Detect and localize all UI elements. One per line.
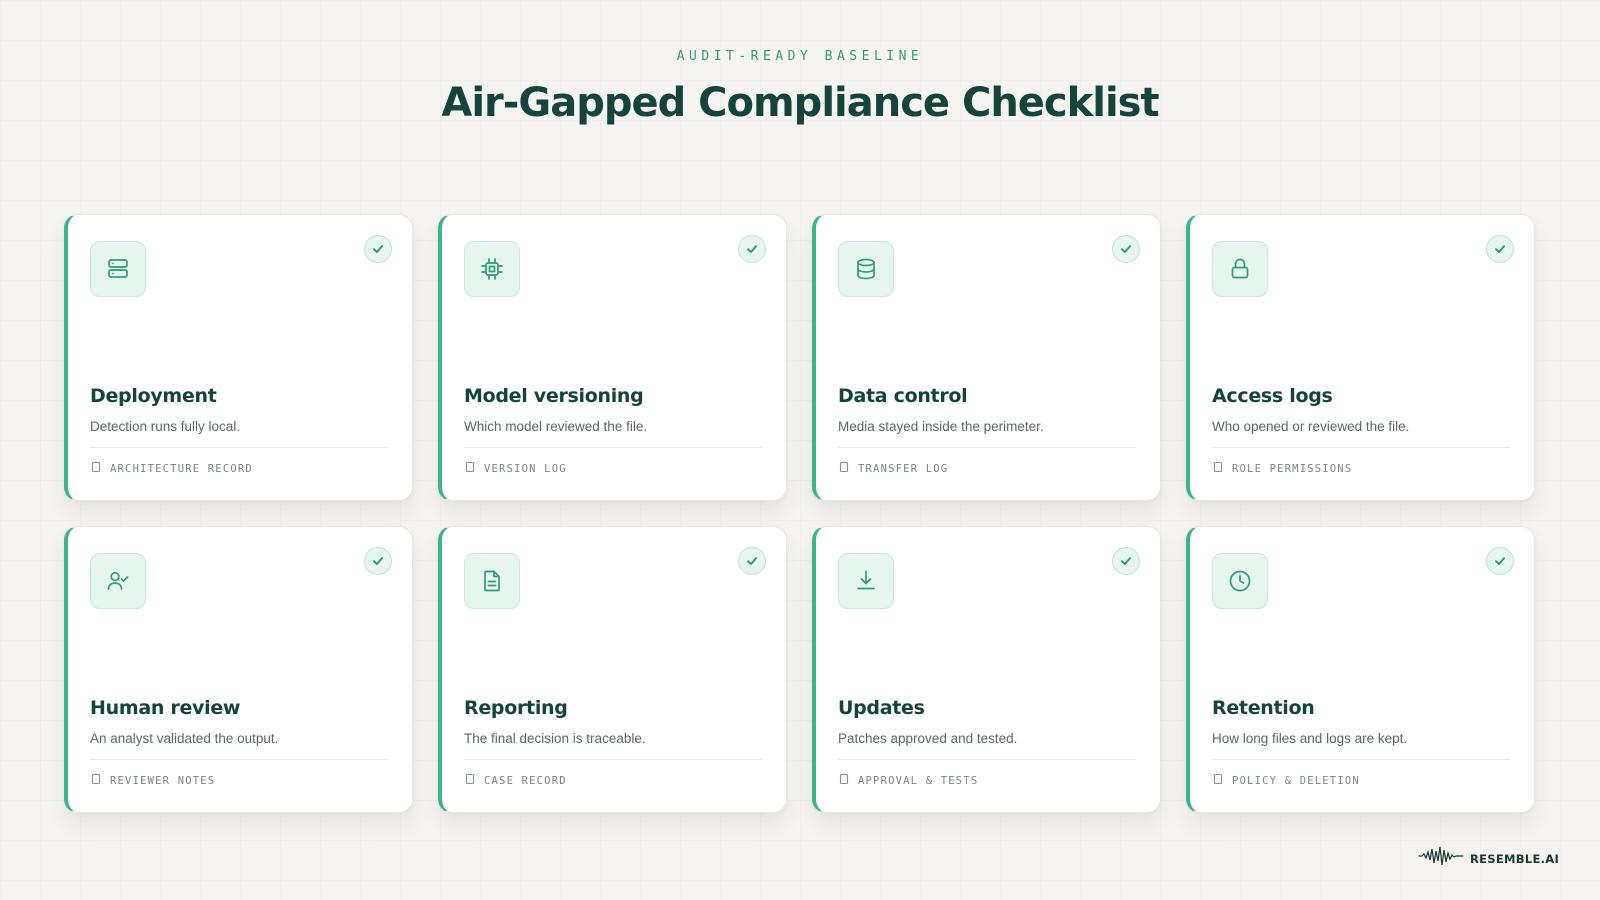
server-icon [90, 241, 146, 297]
card-description: An analyst validated the output. [90, 731, 279, 746]
check-circle-icon [1486, 547, 1514, 575]
card-divider [1212, 447, 1510, 448]
evidence-tag: APPROVAL & TESTS [838, 773, 978, 788]
checklist-card: Retention How long files and logs are ke… [1186, 526, 1535, 813]
check-circle-icon [1112, 547, 1140, 575]
cpu-chip-icon [464, 241, 520, 297]
eyebrow-label: AUDIT-READY BASELINE [676, 49, 924, 64]
card-divider [838, 759, 1136, 760]
lock-icon [1212, 241, 1268, 297]
evidence-tag-label: TRANSFER LOG [858, 462, 949, 475]
waveform-icon [1418, 845, 1464, 872]
evidence-tag-label: APPROVAL & TESTS [858, 774, 979, 787]
evidence-tag-label: ARCHITECTURE RECORD [110, 462, 253, 475]
file-icon [838, 461, 850, 476]
card-divider [464, 447, 762, 448]
file-icon [1212, 773, 1224, 788]
card-title: Retention [1212, 697, 1315, 719]
card-divider [838, 447, 1136, 448]
checklist-card: Data control Media stayed inside the per… [812, 214, 1161, 501]
card-description: Who opened or reviewed the file. [1212, 419, 1410, 434]
check-circle-icon [738, 235, 766, 263]
card-divider [90, 447, 388, 448]
evidence-tag: REVIEWER NOTES [90, 773, 215, 788]
brand-logo: RESEMBLE.AI [1418, 845, 1559, 872]
check-circle-icon [738, 547, 766, 575]
clock-icon [1212, 553, 1268, 609]
checklist-card: Deployment Detection runs fully local. A… [64, 214, 413, 501]
card-title: Access logs [1212, 385, 1333, 407]
card-divider [464, 759, 762, 760]
file-icon [90, 461, 102, 476]
card-title: Deployment [90, 385, 217, 407]
document-icon [464, 553, 520, 609]
evidence-tag-label: ROLE PERMISSIONS [1232, 462, 1353, 475]
check-circle-icon [364, 547, 392, 575]
evidence-tag-label: POLICY & DELETION [1232, 774, 1360, 787]
card-title: Model versioning [464, 385, 644, 407]
card-divider [1212, 759, 1510, 760]
database-icon [838, 241, 894, 297]
check-circle-icon [1112, 235, 1140, 263]
checklist-card: Reporting The final decision is traceabl… [438, 526, 787, 813]
checklist-card: Human review An analyst validated the ou… [64, 526, 413, 813]
card-title: Reporting [464, 697, 568, 719]
brand-name: RESEMBLE.AI [1470, 851, 1560, 866]
evidence-tag: ARCHITECTURE RECORD [90, 461, 253, 476]
card-description: The final decision is traceable. [464, 731, 646, 746]
checklist-grid: Deployment Detection runs fully local. A… [64, 214, 1535, 813]
evidence-tag: POLICY & DELETION [1212, 773, 1360, 788]
evidence-tag: VERSION LOG [464, 461, 567, 476]
card-title: Human review [90, 697, 241, 719]
download-icon [838, 553, 894, 609]
file-icon [90, 773, 102, 788]
checklist-card: Model versioning Which model reviewed th… [438, 214, 787, 501]
card-description: Which model reviewed the file. [464, 419, 648, 434]
file-icon [838, 773, 850, 788]
evidence-tag-label: CASE RECORD [484, 774, 567, 787]
evidence-tag-label: REVIEWER NOTES [110, 774, 216, 787]
checklist-card: Access logs Who opened or reviewed the f… [1186, 214, 1535, 501]
file-icon [464, 461, 476, 476]
evidence-tag: TRANSFER LOG [838, 461, 948, 476]
page-title: Air-Gapped Compliance Checklist [441, 80, 1159, 126]
card-description: Media stayed inside the perimeter. [838, 419, 1044, 434]
file-icon [1212, 461, 1224, 476]
card-title: Data control [838, 385, 968, 407]
card-divider [90, 759, 388, 760]
user-check-icon [90, 553, 146, 609]
card-description: Patches approved and tested. [838, 731, 1018, 746]
evidence-tag: ROLE PERMISSIONS [1212, 461, 1352, 476]
card-title: Updates [838, 697, 925, 719]
file-icon [464, 773, 476, 788]
check-circle-icon [364, 235, 392, 263]
evidence-tag-label: VERSION LOG [484, 462, 567, 475]
checklist-card: Updates Patches approved and tested. APP… [812, 526, 1161, 813]
card-description: Detection runs fully local. [90, 419, 241, 434]
card-description: How long files and logs are kept. [1212, 731, 1408, 746]
evidence-tag: CASE RECORD [464, 773, 567, 788]
check-circle-icon [1486, 235, 1514, 263]
